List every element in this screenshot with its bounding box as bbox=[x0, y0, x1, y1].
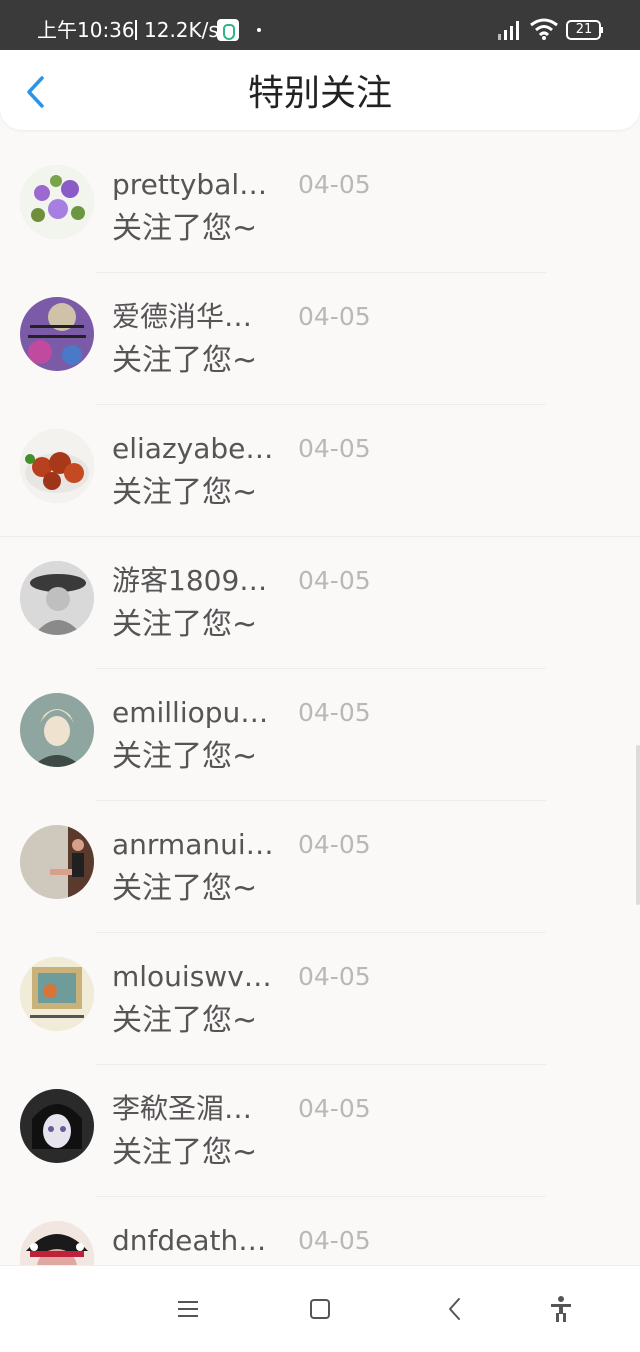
divider bbox=[96, 668, 546, 669]
divider bbox=[96, 272, 546, 273]
page-title: 特别关注 bbox=[247, 73, 392, 114]
follow-message: 关注了您~ bbox=[112, 1003, 258, 1038]
list-item[interactable]: mlouiswv… 04-05 关注了您~ bbox=[0, 942, 640, 1074]
avatar[interactable] bbox=[20, 165, 94, 239]
follow-date: 04-05 bbox=[298, 434, 371, 463]
follow-date: 04-05 bbox=[298, 830, 371, 859]
follow-date: 04-05 bbox=[298, 170, 371, 199]
follow-date: 04-05 bbox=[298, 566, 371, 595]
user-name[interactable]: eliazyabe… bbox=[112, 431, 273, 467]
follow-message: 关注了您~ bbox=[112, 739, 258, 774]
divider bbox=[96, 1196, 546, 1197]
list-item[interactable]: anrmanui… 04-05 关注了您~ bbox=[0, 810, 640, 942]
follower-list: prettybal… 04-05 关注了您~ 爱德消华… 04-05 关注了您~ bbox=[0, 150, 640, 1338]
back-icon[interactable] bbox=[440, 1294, 470, 1324]
user-name[interactable]: 爱德消华… bbox=[112, 299, 252, 335]
list-item[interactable]: 游客1809… 04-05 关注了您~ bbox=[0, 546, 640, 678]
list-item[interactable]: 爱德消华… 04-05 关注了您~ bbox=[0, 282, 640, 414]
signal-icon bbox=[498, 21, 519, 40]
divider bbox=[0, 536, 640, 537]
list-item[interactable]: prettybal… 04-05 关注了您~ bbox=[0, 150, 640, 282]
list-item[interactable]: eliazyabe… 04-05 关注了您~ bbox=[0, 414, 640, 546]
follow-message: 关注了您~ bbox=[112, 211, 258, 246]
avatar[interactable] bbox=[20, 297, 94, 371]
follow-date: 04-05 bbox=[298, 698, 371, 727]
user-name[interactable]: 游客1809… bbox=[112, 563, 267, 599]
follow-message: 关注了您~ bbox=[112, 607, 258, 642]
user-name[interactable]: anrmanui… bbox=[112, 827, 274, 863]
status-bar: 上午10:36 12.2K/s 21 bbox=[0, 0, 640, 50]
divider bbox=[96, 800, 546, 801]
user-name[interactable]: 李欷圣湄… bbox=[112, 1091, 252, 1127]
avatar[interactable] bbox=[20, 957, 94, 1031]
follow-date: 04-05 bbox=[298, 302, 371, 331]
user-name[interactable]: prettybal… bbox=[112, 167, 267, 203]
list-item[interactable]: emilliopu… 04-05 关注了您~ bbox=[0, 678, 640, 810]
avatar[interactable] bbox=[20, 693, 94, 767]
network-speed-label: 12.2K/s bbox=[144, 18, 219, 42]
follow-message: 关注了您~ bbox=[112, 871, 258, 906]
follow-date: 04-05 bbox=[298, 962, 371, 991]
divider bbox=[96, 1064, 546, 1065]
follow-message: 关注了您~ bbox=[112, 475, 258, 510]
avatar[interactable] bbox=[20, 561, 94, 635]
divider bbox=[96, 404, 546, 405]
follow-date: 04-05 bbox=[298, 1226, 371, 1255]
app-notification-icon bbox=[217, 19, 239, 41]
accessibility-icon[interactable] bbox=[546, 1294, 576, 1324]
avatar[interactable] bbox=[20, 429, 94, 503]
scrollbar[interactable] bbox=[636, 745, 640, 905]
avatar[interactable] bbox=[20, 825, 94, 899]
avatar[interactable] bbox=[20, 1089, 94, 1163]
system-nav-bar bbox=[0, 1265, 640, 1352]
follow-message: 关注了您~ bbox=[112, 343, 258, 378]
status-time: 上午10:36 bbox=[37, 18, 135, 42]
header: 特别关注 bbox=[0, 50, 640, 130]
home-icon[interactable] bbox=[305, 1294, 335, 1324]
user-name[interactable]: dnfdeath… bbox=[112, 1223, 266, 1259]
wifi-icon bbox=[530, 18, 558, 40]
follow-date: 04-05 bbox=[298, 1094, 371, 1123]
user-name[interactable]: mlouiswv… bbox=[112, 959, 272, 995]
network-speed: 12.2K/s bbox=[135, 17, 219, 43]
divider bbox=[96, 932, 546, 933]
battery-level: 21 bbox=[575, 22, 593, 37]
user-name[interactable]: emilliopu… bbox=[112, 695, 268, 731]
notification-dot-icon bbox=[257, 28, 261, 32]
follow-message: 关注了您~ bbox=[112, 1135, 258, 1170]
list-item[interactable]: 李欷圣湄… 04-05 关注了您~ bbox=[0, 1074, 640, 1206]
menu-icon[interactable] bbox=[173, 1294, 203, 1324]
